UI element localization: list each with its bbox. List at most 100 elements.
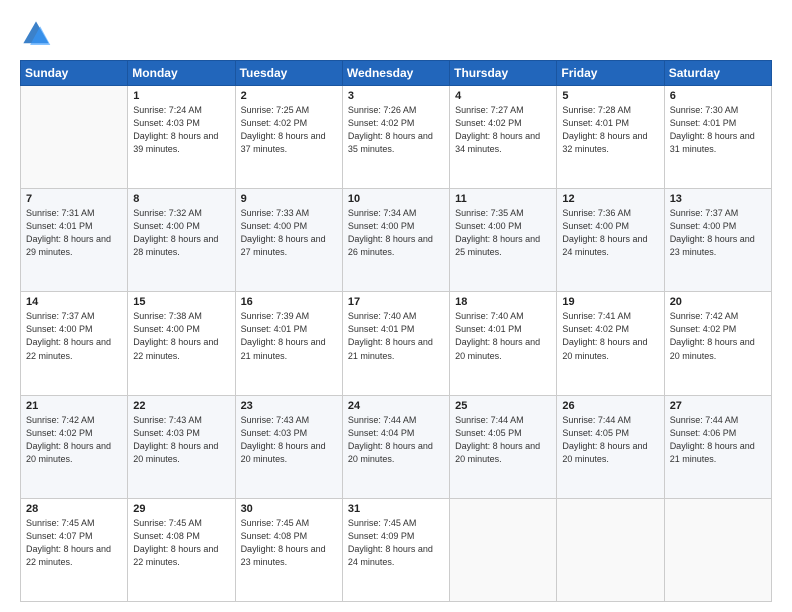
day-number: 9 xyxy=(241,193,337,205)
day-number: 1 xyxy=(133,90,229,102)
calendar-day-cell: 9 Sunrise: 7:33 AMSunset: 4:00 PMDaylight… xyxy=(235,189,342,292)
calendar-day-cell: 8 Sunrise: 7:32 AMSunset: 4:00 PMDaylight… xyxy=(128,189,235,292)
calendar-day-cell: 20 Sunrise: 7:42 AMSunset: 4:02 PMDayligh… xyxy=(664,292,771,395)
page: SundayMondayTuesdayWednesdayThursdayFrid… xyxy=(0,0,792,612)
day-info: Sunrise: 7:32 AMSunset: 4:00 PMDaylight:… xyxy=(133,207,229,259)
day-info: Sunrise: 7:37 AMSunset: 4:00 PMDaylight:… xyxy=(26,310,122,362)
day-info: Sunrise: 7:25 AMSunset: 4:02 PMDaylight:… xyxy=(241,104,337,156)
calendar-day-cell xyxy=(557,498,664,601)
calendar-day-cell: 2 Sunrise: 7:25 AMSunset: 4:02 PMDaylight… xyxy=(235,86,342,189)
calendar-day-cell: 18Sunrise: 7:40 AMSunset: 4:01 PMDayligh… xyxy=(450,292,557,395)
calendar-day-cell: 19 Sunrise: 7:41 AMSunset: 4:02 PMDayligh… xyxy=(557,292,664,395)
day-number: 25 xyxy=(455,400,551,412)
day-number: 29 xyxy=(133,503,229,515)
day-info: Sunrise: 7:44 AMSunset: 4:04 PMDaylight:… xyxy=(348,414,444,466)
day-number: 5 xyxy=(562,90,658,102)
calendar-day-cell: 23Sunrise: 7:43 AMSunset: 4:03 PMDayligh… xyxy=(235,395,342,498)
day-number: 13 xyxy=(670,193,766,205)
day-info: Sunrise: 7:36 AMSunset: 4:00 PMDaylight:… xyxy=(562,207,658,259)
weekday-header: Wednesday xyxy=(342,61,449,86)
calendar-week-row: 1 Sunrise: 7:24 AMSunset: 4:03 PMDaylight… xyxy=(21,86,772,189)
day-number: 17 xyxy=(348,296,444,308)
day-number: 2 xyxy=(241,90,337,102)
calendar-day-cell: 24 Sunrise: 7:44 AMSunset: 4:04 PMDayligh… xyxy=(342,395,449,498)
day-info: Sunrise: 7:24 AMSunset: 4:03 PMDaylight:… xyxy=(133,104,229,156)
day-number: 20 xyxy=(670,296,766,308)
day-number: 11 xyxy=(455,193,551,205)
day-number: 6 xyxy=(670,90,766,102)
calendar-day-cell: 13 Sunrise: 7:37 AMSunset: 4:00 PMDayligh… xyxy=(664,189,771,292)
day-number: 21 xyxy=(26,400,122,412)
calendar-day-cell: 5 Sunrise: 7:28 AMSunset: 4:01 PMDaylight… xyxy=(557,86,664,189)
day-info: Sunrise: 7:44 AMSunset: 4:05 PMDaylight:… xyxy=(455,414,551,466)
day-number: 14 xyxy=(26,296,122,308)
day-number: 24 xyxy=(348,400,444,412)
day-info: Sunrise: 7:39 AMSunset: 4:01 PMDaylight:… xyxy=(241,310,337,362)
calendar-week-row: 28 Sunrise: 7:45 AMSunset: 4:07 PMDayligh… xyxy=(21,498,772,601)
day-info: Sunrise: 7:44 AMSunset: 4:06 PMDaylight:… xyxy=(670,414,766,466)
day-info: Sunrise: 7:37 AMSunset: 4:00 PMDaylight:… xyxy=(670,207,766,259)
calendar-day-cell: 21 Sunrise: 7:42 AMSunset: 4:02 PMDayligh… xyxy=(21,395,128,498)
calendar-week-row: 7 Sunrise: 7:31 AMSunset: 4:01 PMDaylight… xyxy=(21,189,772,292)
calendar-day-cell: 28 Sunrise: 7:45 AMSunset: 4:07 PMDayligh… xyxy=(21,498,128,601)
logo xyxy=(20,18,56,50)
calendar-day-cell: 26Sunrise: 7:44 AMSunset: 4:05 PMDayligh… xyxy=(557,395,664,498)
calendar-day-cell xyxy=(450,498,557,601)
day-info: Sunrise: 7:44 AMSunset: 4:05 PMDaylight:… xyxy=(562,414,658,466)
calendar-day-cell xyxy=(664,498,771,601)
day-number: 16 xyxy=(241,296,337,308)
day-number: 12 xyxy=(562,193,658,205)
day-info: Sunrise: 7:45 AMSunset: 4:07 PMDaylight:… xyxy=(26,517,122,569)
day-number: 27 xyxy=(670,400,766,412)
calendar-day-cell: 22 Sunrise: 7:43 AMSunset: 4:03 PMDayligh… xyxy=(128,395,235,498)
day-number: 4 xyxy=(455,90,551,102)
day-number: 7 xyxy=(26,193,122,205)
day-info: Sunrise: 7:38 AMSunset: 4:00 PMDaylight:… xyxy=(133,310,229,362)
logo-icon xyxy=(20,18,52,50)
day-info: Sunrise: 7:45 AMSunset: 4:09 PMDaylight:… xyxy=(348,517,444,569)
calendar-week-row: 14 Sunrise: 7:37 AMSunset: 4:00 PMDayligh… xyxy=(21,292,772,395)
calendar-day-cell: 15Sunrise: 7:38 AMSunset: 4:00 PMDayligh… xyxy=(128,292,235,395)
day-info: Sunrise: 7:30 AMSunset: 4:01 PMDaylight:… xyxy=(670,104,766,156)
calendar-day-cell: 27 Sunrise: 7:44 AMSunset: 4:06 PMDayligh… xyxy=(664,395,771,498)
day-number: 10 xyxy=(348,193,444,205)
day-info: Sunrise: 7:34 AMSunset: 4:00 PMDaylight:… xyxy=(348,207,444,259)
calendar-day-cell: 31 Sunrise: 7:45 AMSunset: 4:09 PMDayligh… xyxy=(342,498,449,601)
calendar-day-cell: 25 Sunrise: 7:44 AMSunset: 4:05 PMDayligh… xyxy=(450,395,557,498)
day-number: 28 xyxy=(26,503,122,515)
day-info: Sunrise: 7:41 AMSunset: 4:02 PMDaylight:… xyxy=(562,310,658,362)
day-info: Sunrise: 7:40 AMSunset: 4:01 PMDaylight:… xyxy=(348,310,444,362)
day-info: Sunrise: 7:28 AMSunset: 4:01 PMDaylight:… xyxy=(562,104,658,156)
day-info: Sunrise: 7:42 AMSunset: 4:02 PMDaylight:… xyxy=(26,414,122,466)
weekday-header: Thursday xyxy=(450,61,557,86)
day-number: 23 xyxy=(241,400,337,412)
calendar-day-cell: 7 Sunrise: 7:31 AMSunset: 4:01 PMDaylight… xyxy=(21,189,128,292)
day-number: 18 xyxy=(455,296,551,308)
day-info: Sunrise: 7:31 AMSunset: 4:01 PMDaylight:… xyxy=(26,207,122,259)
day-info: Sunrise: 7:33 AMSunset: 4:00 PMDaylight:… xyxy=(241,207,337,259)
day-number: 8 xyxy=(133,193,229,205)
day-info: Sunrise: 7:27 AMSunset: 4:02 PMDaylight:… xyxy=(455,104,551,156)
day-number: 22 xyxy=(133,400,229,412)
calendar-day-cell: 14 Sunrise: 7:37 AMSunset: 4:00 PMDayligh… xyxy=(21,292,128,395)
weekday-header: Tuesday xyxy=(235,61,342,86)
weekday-header: Monday xyxy=(128,61,235,86)
calendar-day-cell xyxy=(21,86,128,189)
calendar-day-cell: 4 Sunrise: 7:27 AMSunset: 4:02 PMDaylight… xyxy=(450,86,557,189)
day-number: 19 xyxy=(562,296,658,308)
calendar-week-row: 21 Sunrise: 7:42 AMSunset: 4:02 PMDayligh… xyxy=(21,395,772,498)
weekday-header: Saturday xyxy=(664,61,771,86)
header xyxy=(20,18,772,50)
day-number: 31 xyxy=(348,503,444,515)
calendar-day-cell: 6 Sunrise: 7:30 AMSunset: 4:01 PMDaylight… xyxy=(664,86,771,189)
calendar-day-cell: 29 Sunrise: 7:45 AMSunset: 4:08 PMDayligh… xyxy=(128,498,235,601)
day-info: Sunrise: 7:35 AMSunset: 4:00 PMDaylight:… xyxy=(455,207,551,259)
calendar-day-cell: 11 Sunrise: 7:35 AMSunset: 4:00 PMDayligh… xyxy=(450,189,557,292)
day-number: 3 xyxy=(348,90,444,102)
day-info: Sunrise: 7:45 AMSunset: 4:08 PMDaylight:… xyxy=(133,517,229,569)
calendar-day-cell: 30Sunrise: 7:45 AMSunset: 4:08 PMDayligh… xyxy=(235,498,342,601)
weekday-header: Sunday xyxy=(21,61,128,86)
day-info: Sunrise: 7:45 AMSunset: 4:08 PMDaylight:… xyxy=(241,517,337,569)
day-info: Sunrise: 7:43 AMSunset: 4:03 PMDaylight:… xyxy=(133,414,229,466)
day-info: Sunrise: 7:42 AMSunset: 4:02 PMDaylight:… xyxy=(670,310,766,362)
